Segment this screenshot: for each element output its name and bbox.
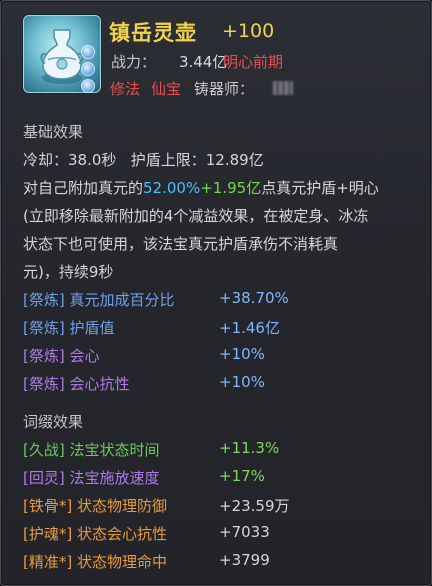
refine-value: +1.46亿 <box>219 319 280 337</box>
power-label: 战力： <box>111 53 157 71</box>
refine-value: +10% <box>219 373 265 391</box>
smith-label: 铸器师： <box>194 80 255 98</box>
affix-name: 法宝施放速度 <box>69 469 160 487</box>
desc-plus: + <box>200 179 213 197</box>
desc-percent: 52.00% <box>143 179 201 197</box>
refine-row: [祭炼] 真元加成百分比 +38.70% <box>23 289 289 310</box>
refine-name: 护盾值 <box>69 319 115 337</box>
desc-prefix: 对自己附加真元的 <box>23 179 144 197</box>
effect-desc-line: 元)，持续9秒 <box>23 263 114 281</box>
affix-value: +11.3% <box>219 439 280 457</box>
cooldown-label: 冷却： <box>23 151 69 169</box>
refine-row: [祭炼] 护盾值 +1.46亿 <box>23 317 280 338</box>
desc-amount: 1.95亿 <box>212 179 262 197</box>
affix-tag: [久战] <box>23 441 65 459</box>
refine-name: 真元加成百分比 <box>69 291 175 309</box>
refine-value: +38.70% <box>219 289 289 307</box>
power-value: 3.44亿 <box>179 53 228 71</box>
affix-effects-title: 词缀效果 <box>23 413 84 431</box>
realm-stage: 明心前期 <box>223 53 284 71</box>
item-tooltip-panel: 镇岳灵壶 +100 战力： 3.44亿 明心前期 修法 仙宝 铸器师： 基础效果… <box>0 0 432 586</box>
effect-desc-line: (立即移除最新附加的4个减益效果，在被定身、冰冻 <box>23 207 369 225</box>
affix-name: 法宝状态时间 <box>69 441 160 459</box>
gem-socket-icon <box>81 62 95 76</box>
affix-value: +17% <box>219 467 265 485</box>
affix-tag: [铁骨*] <box>23 497 73 515</box>
affix-name: 状态会心抗性 <box>77 525 168 543</box>
refine-row: [祭炼] 会心 +10% <box>23 345 265 366</box>
affix-tag: [回灵] <box>23 469 65 487</box>
desc-suffix: 点真元护盾+明心 <box>261 179 379 197</box>
affix-row: [精准*] 状态物理命中 +3799 <box>23 551 270 572</box>
refine-tag: [祭炼] <box>23 347 65 365</box>
refine-tag: [祭炼] <box>23 319 65 337</box>
affix-name: 状态物理防御 <box>77 497 168 515</box>
gem-socket-icon <box>81 79 95 93</box>
refine-tag: [祭炼] <box>23 291 65 309</box>
refine-tag: [祭炼] <box>23 375 65 393</box>
item-name: 镇岳灵壶 <box>109 21 197 45</box>
affix-value: +3799 <box>219 551 270 569</box>
affix-row: [久战] 法宝状态时间 +11.3% <box>23 439 279 460</box>
affix-name: 状态物理命中 <box>77 553 168 571</box>
affix-value: +7033 <box>219 523 270 541</box>
smith-name-redacted <box>273 81 293 95</box>
type-tag: 仙宝 <box>151 80 182 98</box>
gem-socket-icon <box>81 45 95 59</box>
refine-name: 会心 <box>69 347 100 365</box>
refine-name: 会心抗性 <box>69 375 130 393</box>
gem-socket-group <box>81 45 95 96</box>
affix-row: [护魂*] 状态会心抗性 +7033 <box>23 523 270 544</box>
effect-desc-line: 对自己附加真元的52.00%+1.95亿点真元护盾+明心 <box>23 177 379 198</box>
cooldown-line: 冷却：38.0秒 护盾上限：12.89亿 <box>23 149 264 170</box>
affix-tag: [护魂*] <box>23 525 73 543</box>
base-effects-title: 基础效果 <box>23 123 84 141</box>
affix-value: +23.59万 <box>219 497 290 515</box>
affix-row: [回灵] 法宝施放速度 +17% <box>23 467 265 488</box>
school-tag: 修法 <box>110 80 141 98</box>
refine-value: +10% <box>219 345 265 363</box>
affix-row: [铁骨*] 状态物理防御 +23.59万 <box>23 495 290 516</box>
cooldown-value: 38.0秒 <box>68 151 117 169</box>
affix-tag: [精准*] <box>23 553 73 571</box>
shield-cap-label: 护盾上限： <box>130 151 206 169</box>
shield-cap-value: 12.89亿 <box>205 151 264 169</box>
refine-row: [祭炼] 会心抗性 +10% <box>23 373 265 394</box>
effect-desc-line: 状态下也可使用，该法宝真元护盾承伤不消耗真 <box>23 235 339 253</box>
item-enhance-level: +100 <box>222 20 275 42</box>
